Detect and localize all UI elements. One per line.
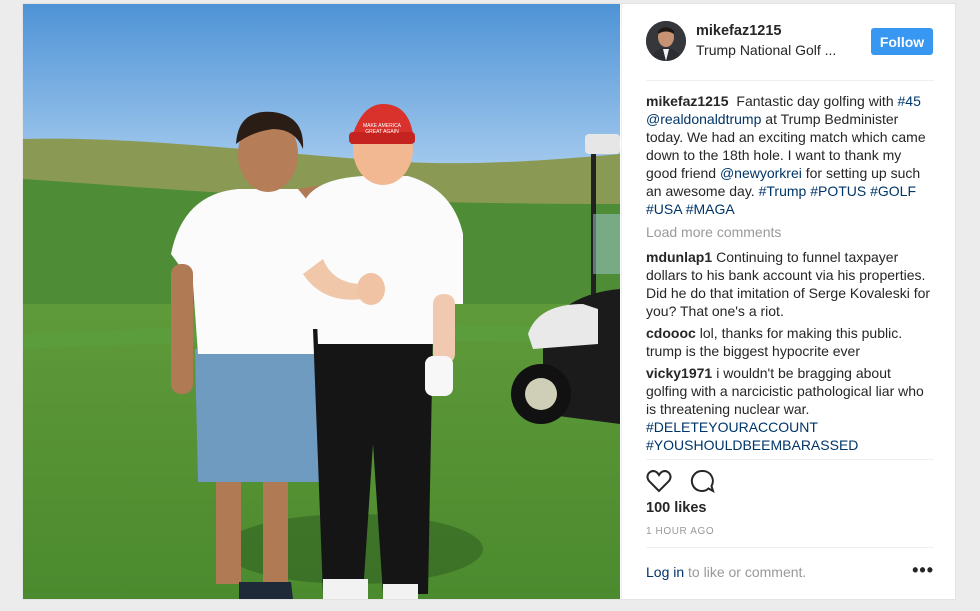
post-actions [646,469,730,495]
hashtag-link[interactable]: #45 [898,93,921,109]
svg-text:GREAT AGAIN: GREAT AGAIN [365,129,399,135]
hashtag-link[interactable]: #POTUS [810,183,866,199]
more-options-icon[interactable]: ••• [912,560,934,581]
follow-button[interactable]: Follow [871,28,933,55]
comment-username[interactable]: mdunlap1 [646,249,712,265]
comment-item: mdunlap1 Continuing to funnel taxpayer do… [646,248,936,320]
login-prompt: Log in to like or comment. ••• [646,560,934,580]
load-more-comments[interactable]: Load more comments [646,223,936,241]
footer-divider [646,547,934,548]
hashtag-link[interactable]: #USA [646,201,682,217]
post-header: mikefaz1215 Trump National Golf ... Foll… [646,20,934,66]
login-link[interactable]: Log in [646,564,684,580]
mention-link[interactable]: @realdonaldtrump [646,111,761,127]
post-location[interactable]: Trump National Golf ... [696,42,866,58]
header-divider [646,80,934,81]
login-suffix: to like or comment. [684,564,807,580]
comment-text: Fantastic day golfing with [736,93,898,109]
comment-username[interactable]: cdoooc [646,325,696,341]
comment-username[interactable]: vicky1971 [646,365,712,381]
heart-icon[interactable] [646,469,672,498]
hashtag-link[interactable]: #GOLF [870,183,916,199]
likes-count[interactable]: 100 likes [646,500,706,516]
comment-item: vicky1971 i wouldn't be bragging about go… [646,364,936,454]
comment-list: mdunlap1 Continuing to funnel taxpayer do… [646,248,936,454]
avatar[interactable] [646,21,686,61]
hashtag-link[interactable]: #DELETEYOURACCOUNT [646,419,818,435]
caption: mikefaz1215 Fantastic day golfing with #… [646,92,936,218]
post-timestamp[interactable]: 1 HOUR AGO [646,526,714,537]
golf-course-photo: MAKE AMERICA GREAT AGAIN [23,4,620,599]
post-username[interactable]: mikefaz1215 [696,23,781,39]
mention-link[interactable]: @newyorkrei [720,165,802,181]
post-card: MAKE AMERICA GREAT AGAIN mikefaz1215 Tru… [22,3,956,600]
hashtag-link[interactable]: #Trump [759,183,807,199]
comments-section: mikefaz1215 Fantastic day golfing with #… [646,92,936,458]
post-photo[interactable]: MAKE AMERICA GREAT AGAIN [23,4,620,599]
post-details-panel: mikefaz1215 Trump National Golf ... Foll… [621,4,956,599]
comment-item: cdoooc lol, thanks for making this public… [646,324,936,360]
caption-username[interactable]: mikefaz1215 [646,93,729,109]
comments-divider [646,459,934,460]
hashtag-link[interactable]: #MAGA [686,201,735,217]
hashtag-link[interactable]: #YOUSHOULDBEEMBARASSED [646,437,858,453]
comment-icon[interactable] [690,469,716,498]
